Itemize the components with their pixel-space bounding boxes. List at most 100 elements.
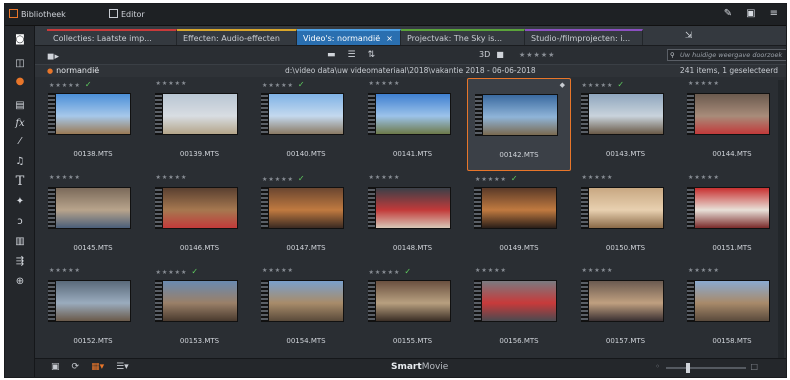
smartmovie-button[interactable]: SmartMovie [391,362,448,372]
video-thumbnail[interactable] [268,280,344,322]
editor-tab[interactable]: Editor [109,8,145,22]
zoom-slider[interactable] [666,363,746,373]
add-icon[interactable]: ⊕ [11,274,29,289]
rating-stars[interactable]: ★★★★★ [156,80,188,87]
library-nav-icon[interactable]: ◙ [11,32,29,47]
grid-view-icon[interactable]: ▦▾ [91,362,104,372]
folder-icon[interactable]: ▬ [327,50,336,60]
rating-stars[interactable]: ★★★★★ [49,267,81,274]
rating-stars[interactable]: ★★★★★ ✓ [262,174,305,183]
rating-stars[interactable]: ★★★★★ ✓ [156,267,199,276]
tab-project-bin[interactable]: Projectvak: The Sky is... [401,29,525,45]
folder-name[interactable]: ● normandië [47,66,99,75]
rating-stars[interactable]: ★★★★★ [688,80,720,87]
video-thumbnail[interactable] [161,186,238,229]
media-item[interactable]: ★★★★★ ✓ 00147.MTS [254,172,358,265]
tools-icon[interactable]: ✎ [724,8,732,19]
media-item[interactable]: ★★★★★ 00150.MTS [574,172,678,265]
rating-stars[interactable]: ★★★★★ [49,174,81,181]
tab-videos[interactable]: Video's: normandië × [297,29,401,45]
rating-stars[interactable]: ★★★★★ [688,174,720,181]
media-item[interactable]: ★★★★★ 00144.MTS [680,78,784,171]
video-thumbnail[interactable] [55,186,131,229]
montage-icon[interactable]: ✦ [11,194,29,209]
camera-icon[interactable]: ■ [496,50,504,59]
rating-stars[interactable]: ★★★★★ [262,267,294,274]
preview-icon[interactable]: ▣ [51,362,60,372]
video-thumbnail[interactable] [481,280,557,322]
video-thumbnail[interactable] [587,186,664,229]
video-thumbnail[interactable] [587,93,664,135]
media-item[interactable]: ★★★★★ 00158.MTS [680,265,784,358]
video-thumbnail[interactable] [55,93,131,135]
media-item[interactable]: ★★★★★ ✓ 00143.MTS [574,78,678,171]
search-input[interactable]: ⚲ Uw huidige weergave doorzoek [667,49,786,61]
video-thumbnail[interactable] [694,186,770,229]
menu-icon[interactable]: ≡ [770,8,778,19]
media-item[interactable]: ★★★★★ 00157.MTS [574,265,678,358]
music-icon[interactable]: ♫ [11,154,29,169]
rating-stars[interactable]: ★★★★★ [475,267,507,274]
rating-stars[interactable]: ★★★★★ ✓ [475,174,518,183]
video-thumbnail[interactable] [55,280,131,322]
media-item[interactable]: ◆ 00142.MTS [467,78,571,171]
video-thumbnail[interactable] [374,280,451,322]
media-item[interactable]: ★★★★★ 00145.MTS [41,172,145,265]
media-item[interactable]: ★★★★★ 00141.MTS [361,78,465,171]
library-tab[interactable]: Bibliotheek [9,8,66,22]
media-item[interactable]: ★★★★★ 00156.MTS [467,265,571,358]
transition-icon[interactable]: ⁄ [11,134,29,149]
media-item[interactable]: ★★★★★ ✓ 00155.MTS [361,265,465,358]
sync-icon[interactable]: ⟳ [72,362,80,372]
media-item[interactable]: ★★★★★ ✓ 00149.MTS [467,172,571,265]
import-icon[interactable]: ◼▸ [47,52,59,62]
collections-icon[interactable]: ◫ [11,56,29,71]
video-thumbnail[interactable] [587,280,664,322]
list-view-icon[interactable]: ☰ [348,50,356,60]
rating-stars[interactable]: ★★★★★ ✓ [49,80,92,89]
media-item[interactable]: ★★★★★ 00152.MTS [41,265,145,358]
rating-stars[interactable]: ★★★★★ [156,174,188,181]
rating-stars[interactable]: ★★★★★ ✓ [369,267,412,276]
video-thumbnail[interactable] [374,186,451,229]
video-thumbnail[interactable] [694,93,770,135]
audio-icon[interactable]: ⇶ [11,254,29,269]
media-item[interactable]: ★★★★★ 00146.MTS [148,172,252,265]
fx-icon[interactable]: fx [11,116,29,131]
video-thumbnail[interactable] [161,93,238,135]
rating-filter[interactable]: ★★★★★ [519,51,555,59]
video-thumbnail[interactable] [268,93,344,135]
media-item[interactable]: ★★★★★ 00154.MTS [254,265,358,358]
menu-templates-icon[interactable]: ▥ [11,234,29,249]
media-item[interactable]: ★★★★★ ✓ 00140.MTS [254,78,358,171]
media-item[interactable]: ★★★★★ 00151.MTS [680,172,784,265]
details-view-icon[interactable]: ☰▾ [116,362,129,372]
zoom-out-icon[interactable]: ◦ [655,362,660,371]
tab-collections[interactable]: Collecties: Laatste imp... [47,29,177,45]
sort-icon[interactable]: ⇅ [368,50,376,60]
video-thumbnail[interactable] [694,280,770,322]
media-item[interactable]: ★★★★★ 00148.MTS [361,172,465,265]
close-icon[interactable]: × [386,34,393,43]
rating-stars[interactable]: ★★★★★ ✓ [262,80,305,89]
rating-stars[interactable]: ★★★★★ ✓ [582,80,625,89]
rating-stars[interactable]: ★★★★★ [582,174,614,181]
rating-stars[interactable]: ★★★★★ [369,174,401,181]
color-wheel-icon[interactable]: ● [11,74,29,89]
title-icon[interactable]: T [11,174,29,189]
video-thumbnail[interactable] [481,186,557,229]
info-icon[interactable]: ◆ [560,81,565,89]
pin-icon[interactable]: ⇲ [685,31,693,41]
video-thumbnail[interactable] [374,93,451,135]
motion-icon[interactable]: ↄ [11,214,29,229]
video-thumbnail[interactable] [161,280,238,322]
video-thumbnail[interactable] [482,94,558,136]
tab-effects[interactable]: Effecten: Audio-effecten [177,29,297,45]
tab-studio[interactable]: Studio-/filmprojecten: i... [525,29,643,45]
media-item[interactable]: ★★★★★ ✓ 00153.MTS [148,265,252,358]
media-icon[interactable]: ▤ [11,98,29,113]
zoom-in-icon[interactable]: □ [750,362,758,371]
rating-stars[interactable]: ★★★★★ [582,267,614,274]
rating-stars[interactable]: ★★★★★ [688,267,720,274]
media-item[interactable]: ★★★★★ 00139.MTS [148,78,252,171]
